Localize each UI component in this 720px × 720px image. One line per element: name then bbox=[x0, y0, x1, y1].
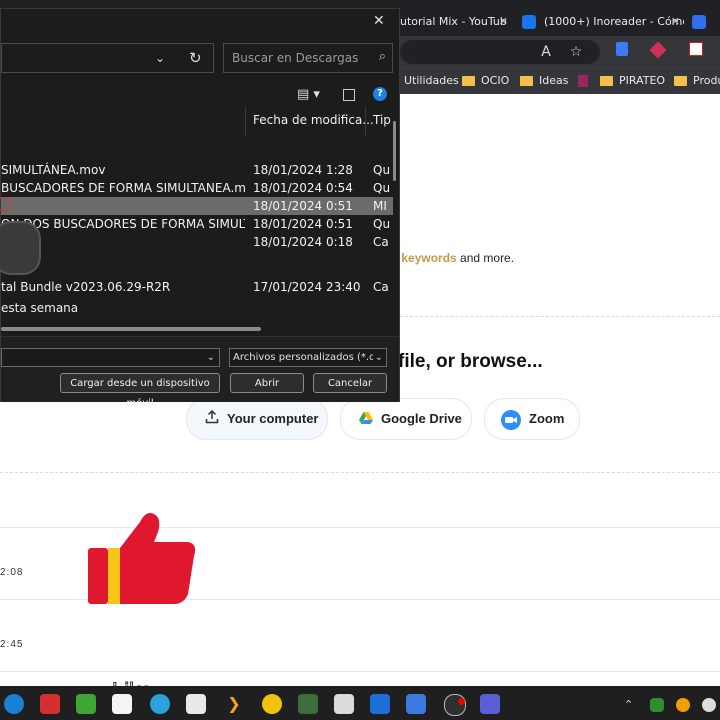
notification-badge bbox=[458, 698, 465, 705]
app-green-icon[interactable] bbox=[76, 694, 96, 714]
vertical-scrollbar[interactable] bbox=[393, 121, 396, 181]
shield-icon[interactable] bbox=[370, 694, 390, 714]
read-aloud-icon[interactable]: A bbox=[536, 42, 556, 62]
group-header[interactable]: esta semana bbox=[1, 301, 78, 315]
extension-red-icon[interactable] bbox=[686, 42, 706, 62]
chevron-down-icon: ⌄ bbox=[374, 352, 383, 363]
file-row-selected[interactable]: 18/01/2024 0:51 MI bbox=[1, 197, 393, 215]
folder-icon bbox=[600, 76, 613, 86]
bookmark-pirateo[interactable]: PIRATEO bbox=[578, 74, 665, 87]
zoom-icon bbox=[501, 409, 521, 430]
tab-youtube[interactable]: utorial Mix - YouTub ✕ bbox=[400, 8, 512, 36]
recording-duration: 2:45 bbox=[0, 639, 24, 650]
keywords-highlight: keywords bbox=[401, 251, 457, 265]
audio-icon[interactable] bbox=[406, 694, 426, 714]
feature-text: · keywords and more. bbox=[394, 251, 514, 265]
and-more-text: and more. bbox=[456, 251, 515, 265]
search-icon: ⌕ bbox=[378, 49, 386, 64]
extension-shield-icon[interactable] bbox=[612, 42, 632, 62]
settings-icon[interactable] bbox=[480, 694, 500, 714]
column-header-date[interactable]: Fecha de modifica... bbox=[253, 113, 374, 127]
tab-label: (1000+) Inoreader - Cómo bbox=[544, 15, 684, 28]
refresh-icon[interactable]: ↻ bbox=[189, 49, 202, 67]
list-divider bbox=[0, 671, 720, 672]
google-drive-icon bbox=[359, 400, 373, 440]
bookmark-favicon-icon bbox=[578, 75, 588, 87]
tray-app-icon[interactable] bbox=[676, 698, 690, 712]
google-drive-button[interactable]: Google Drive bbox=[340, 398, 472, 440]
upload-icon bbox=[205, 400, 219, 440]
notepad-icon[interactable] bbox=[186, 694, 206, 714]
pause-app-icon[interactable] bbox=[112, 694, 132, 714]
mouse-pointer-icon bbox=[0, 221, 41, 275]
open-button[interactable]: Abrir bbox=[230, 373, 304, 393]
upload-from-mobile-button[interactable]: Cargar desde un dispositivo móvil bbox=[60, 373, 220, 409]
store-icon[interactable] bbox=[334, 694, 354, 714]
path-bar[interactable] bbox=[1, 43, 214, 73]
tray-app-icon[interactable] bbox=[650, 698, 664, 712]
terminal-icon[interactable]: ❯ bbox=[224, 694, 244, 714]
tray-expand-icon[interactable]: ⌃ bbox=[624, 698, 633, 711]
horizontal-scrollbar[interactable] bbox=[1, 327, 261, 331]
bookmark-ideas[interactable]: Ideas bbox=[520, 74, 568, 87]
help-icon[interactable]: ? bbox=[373, 87, 387, 101]
photo-app-icon[interactable] bbox=[298, 694, 318, 714]
file-row[interactable]: tal Bundle v2023.06.29-R2R 17/01/2024 23:… bbox=[1, 278, 393, 296]
folder-icon bbox=[674, 76, 687, 86]
dashed-divider bbox=[400, 316, 720, 317]
file-open-dialog: ✕ ⌄ ↻ Buscar en Descargas ⌕ ▤ ▾ ? Fecha … bbox=[0, 8, 400, 409]
tab-close-icon[interactable]: ✕ bbox=[499, 8, 508, 36]
search-field[interactable]: Buscar en Descargas ⌕ bbox=[223, 43, 393, 73]
edge-tab-icon[interactable] bbox=[692, 15, 706, 29]
folder-icon bbox=[520, 76, 533, 86]
folder-icon bbox=[462, 76, 475, 86]
file-row[interactable]: ON DOS BUSCADORES DE FORMA SIMULTÁ... 18/… bbox=[1, 215, 393, 233]
extension-icon[interactable] bbox=[648, 41, 668, 62]
telegram-icon[interactable] bbox=[150, 694, 170, 714]
app-red-icon[interactable] bbox=[40, 694, 60, 714]
zoom-button[interactable]: Zoom bbox=[484, 398, 580, 440]
taskbar bbox=[0, 686, 720, 720]
file-row[interactable]: SIMULTÁNEA.mov 18/01/2024 1:28 Qu bbox=[1, 161, 393, 179]
file-row[interactable]: BUSCADORES DE FORMA SIMULTANEA.mov 18/01/… bbox=[1, 179, 393, 197]
tab-close-icon[interactable]: ✕ bbox=[671, 8, 680, 36]
click-indicator-icon bbox=[0, 197, 11, 211]
chrome-icon[interactable] bbox=[262, 694, 282, 714]
bookmark-utilidades[interactable]: Utilidades bbox=[404, 74, 459, 87]
dialog-close-icon[interactable]: ✕ bbox=[373, 13, 385, 29]
star-icon[interactable]: ☆ bbox=[566, 42, 586, 62]
windows-icon[interactable] bbox=[4, 694, 24, 714]
cancel-button[interactable]: Cancelar bbox=[313, 373, 387, 393]
your-computer-button[interactable]: Your computer bbox=[186, 398, 328, 440]
thumbs-up-icon bbox=[84, 506, 200, 610]
chevron-down-icon[interactable]: ⌄ bbox=[155, 51, 165, 65]
column-header-type[interactable]: Tip bbox=[373, 113, 391, 127]
preview-pane-icon[interactable] bbox=[343, 89, 355, 101]
dashed-divider bbox=[0, 472, 720, 473]
inoreader-icon bbox=[522, 15, 536, 29]
bookmark-ocio[interactable]: OCIO bbox=[462, 74, 509, 87]
tray-app-icon[interactable] bbox=[702, 698, 716, 712]
recording-duration: 2:08 bbox=[0, 567, 24, 578]
filename-input[interactable]: ⌄ bbox=[1, 348, 220, 367]
browse-heading: file, or browse... bbox=[398, 351, 543, 372]
chevron-down-icon: ⌄ bbox=[206, 352, 215, 363]
tab-inoreader[interactable]: (1000+) Inoreader - Cómo ✕ bbox=[522, 8, 684, 36]
file-row[interactable]: 18/01/2024 0:18 Ca bbox=[1, 233, 393, 251]
tab-label: utorial Mix - YouTub bbox=[400, 15, 507, 28]
view-menu-icon[interactable]: ▤ ▾ bbox=[297, 87, 320, 102]
bookmark-productividad[interactable]: Produc bbox=[674, 74, 720, 87]
file-type-select[interactable]: Archivos personalizados (*.opus ⌄ bbox=[229, 348, 387, 367]
